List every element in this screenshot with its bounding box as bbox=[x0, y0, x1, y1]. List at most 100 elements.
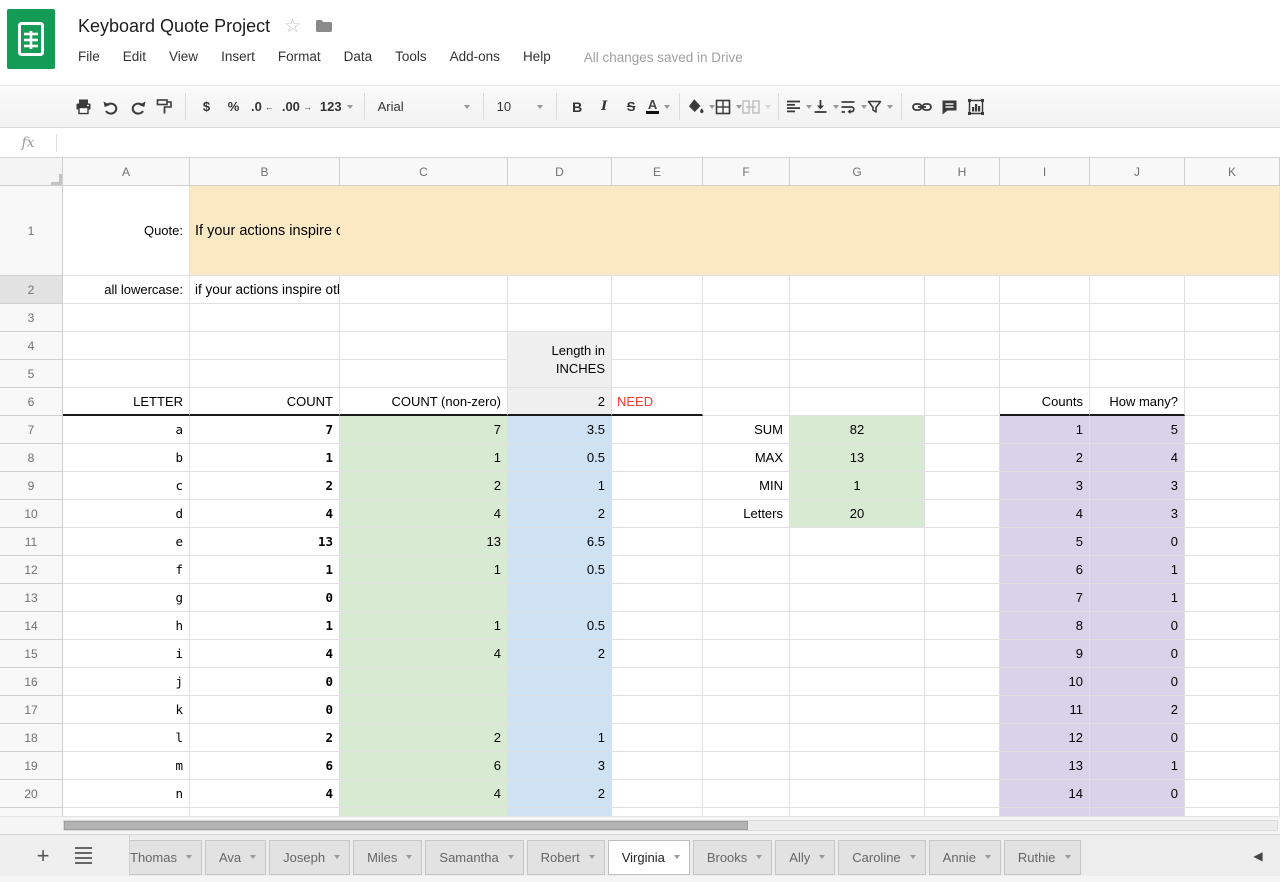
cell-E13[interactable] bbox=[612, 584, 703, 612]
cell-C4[interactable] bbox=[340, 332, 508, 360]
cell-I1[interactable] bbox=[1000, 186, 1090, 276]
cell-F10[interactable]: Letters bbox=[703, 500, 790, 528]
cell-G7[interactable]: 82 bbox=[790, 416, 925, 444]
cell-J15[interactable]: 0 bbox=[1090, 640, 1185, 668]
cell-K4[interactable] bbox=[1185, 332, 1280, 360]
cell-D19[interactable]: 3 bbox=[508, 752, 612, 780]
cell-H6[interactable] bbox=[925, 388, 1000, 416]
cell-H18[interactable] bbox=[925, 724, 1000, 752]
cell-A13[interactable]: g bbox=[63, 584, 190, 612]
menu-insert[interactable]: Insert bbox=[221, 49, 255, 64]
row-header-4[interactable]: 4 bbox=[0, 332, 63, 360]
cell-D20[interactable]: 2 bbox=[508, 780, 612, 808]
menu-addons[interactable]: Add-ons bbox=[450, 49, 500, 64]
cell-K12[interactable] bbox=[1185, 556, 1280, 584]
cell-B16[interactable]: 0 bbox=[190, 668, 340, 696]
format-currency-button[interactable]: $ bbox=[193, 93, 220, 120]
cell-F2[interactable] bbox=[703, 276, 790, 304]
cell-B17[interactable]: 0 bbox=[190, 696, 340, 724]
cell-C8[interactable]: 1 bbox=[340, 444, 508, 472]
cell-E3[interactable] bbox=[612, 304, 703, 332]
cell-J16[interactable]: 0 bbox=[1090, 668, 1185, 696]
bold-button[interactable]: B bbox=[564, 93, 591, 120]
row-header-5[interactable]: 5 bbox=[0, 360, 63, 388]
tab-menu-icon[interactable] bbox=[910, 855, 916, 859]
cell-C2[interactable] bbox=[340, 276, 508, 304]
cell-H10[interactable] bbox=[925, 500, 1000, 528]
cell-H15[interactable] bbox=[925, 640, 1000, 668]
cell-G14[interactable] bbox=[790, 612, 925, 640]
cell-J21[interactable] bbox=[1090, 808, 1185, 816]
row-header-10[interactable]: 10 bbox=[0, 500, 63, 528]
row-header-16[interactable]: 16 bbox=[0, 668, 63, 696]
cell-E16[interactable] bbox=[612, 668, 703, 696]
cell-I19[interactable]: 13 bbox=[1000, 752, 1090, 780]
strikethrough-button[interactable]: S bbox=[618, 93, 645, 120]
cell-F8[interactable]: MAX bbox=[703, 444, 790, 472]
cell-K16[interactable] bbox=[1185, 668, 1280, 696]
cell-I20[interactable]: 14 bbox=[1000, 780, 1090, 808]
row-header-12[interactable]: 12 bbox=[0, 556, 63, 584]
cell-J19[interactable]: 1 bbox=[1090, 752, 1185, 780]
format-percent-button[interactable]: % bbox=[220, 93, 247, 120]
cell-C13[interactable] bbox=[340, 584, 508, 612]
text-wrap-button[interactable] bbox=[840, 93, 867, 120]
column-header-F[interactable]: F bbox=[703, 158, 790, 186]
column-header-I[interactable]: I bbox=[1000, 158, 1090, 186]
cell-F15[interactable] bbox=[703, 640, 790, 668]
cell-E12[interactable] bbox=[612, 556, 703, 584]
cell-K10[interactable] bbox=[1185, 500, 1280, 528]
cell-D8[interactable]: 0.5 bbox=[508, 444, 612, 472]
scrollbar-track[interactable] bbox=[63, 820, 1278, 831]
italic-button[interactable]: I bbox=[591, 93, 618, 120]
cell-F14[interactable] bbox=[703, 612, 790, 640]
cell-I17[interactable]: 11 bbox=[1000, 696, 1090, 724]
cell-J4[interactable] bbox=[1090, 332, 1185, 360]
row-header-19[interactable]: 19 bbox=[0, 752, 63, 780]
insert-link-button[interactable] bbox=[909, 93, 936, 120]
cell-H12[interactable] bbox=[925, 556, 1000, 584]
fill-color-button[interactable] bbox=[687, 93, 715, 120]
cell-F12[interactable] bbox=[703, 556, 790, 584]
cell-J8[interactable]: 4 bbox=[1090, 444, 1185, 472]
number-format-button[interactable]: 123 bbox=[316, 93, 357, 120]
cell-G18[interactable] bbox=[790, 724, 925, 752]
column-header-E[interactable]: E bbox=[612, 158, 703, 186]
sheet-tab-annie[interactable]: Annie bbox=[929, 840, 1001, 875]
cell-K20[interactable] bbox=[1185, 780, 1280, 808]
merge-cells-button[interactable] bbox=[742, 93, 771, 120]
cell-J9[interactable]: 3 bbox=[1090, 472, 1185, 500]
cell-G13[interactable] bbox=[790, 584, 925, 612]
cell-B4[interactable] bbox=[190, 332, 340, 360]
cell-F18[interactable] bbox=[703, 724, 790, 752]
cell-C5[interactable] bbox=[340, 360, 508, 388]
cell-B18[interactable]: 2 bbox=[190, 724, 340, 752]
cell-A18[interactable]: l bbox=[63, 724, 190, 752]
tab-menu-icon[interactable] bbox=[819, 855, 825, 859]
horizontal-align-button[interactable] bbox=[786, 93, 813, 120]
row-header-18[interactable]: 18 bbox=[0, 724, 63, 752]
cell-E8[interactable] bbox=[612, 444, 703, 472]
cell-E9[interactable] bbox=[612, 472, 703, 500]
cell-B21[interactable] bbox=[190, 808, 340, 816]
cell-B8[interactable]: 1 bbox=[190, 444, 340, 472]
tab-menu-icon[interactable] bbox=[186, 855, 192, 859]
sheet-tab-miles[interactable]: Miles bbox=[353, 840, 422, 875]
menu-help[interactable]: Help bbox=[523, 49, 551, 64]
row-header-11[interactable]: 11 bbox=[0, 528, 63, 556]
cell-K19[interactable] bbox=[1185, 752, 1280, 780]
redo-button[interactable] bbox=[124, 93, 151, 120]
cell-G17[interactable] bbox=[790, 696, 925, 724]
cell-C19[interactable]: 6 bbox=[340, 752, 508, 780]
sheet-tab-ava[interactable]: Ava bbox=[205, 840, 266, 875]
cell-I16[interactable]: 10 bbox=[1000, 668, 1090, 696]
cell-E18[interactable] bbox=[612, 724, 703, 752]
cell-D3[interactable] bbox=[508, 304, 612, 332]
cell-J6[interactable]: How many? bbox=[1090, 388, 1185, 416]
insert-comment-button[interactable] bbox=[936, 93, 963, 120]
cell-I6[interactable]: Counts bbox=[1000, 388, 1090, 416]
tab-menu-icon[interactable] bbox=[985, 855, 991, 859]
cell-F4[interactable] bbox=[703, 332, 790, 360]
undo-button[interactable] bbox=[97, 93, 124, 120]
cell-A9[interactable]: c bbox=[63, 472, 190, 500]
